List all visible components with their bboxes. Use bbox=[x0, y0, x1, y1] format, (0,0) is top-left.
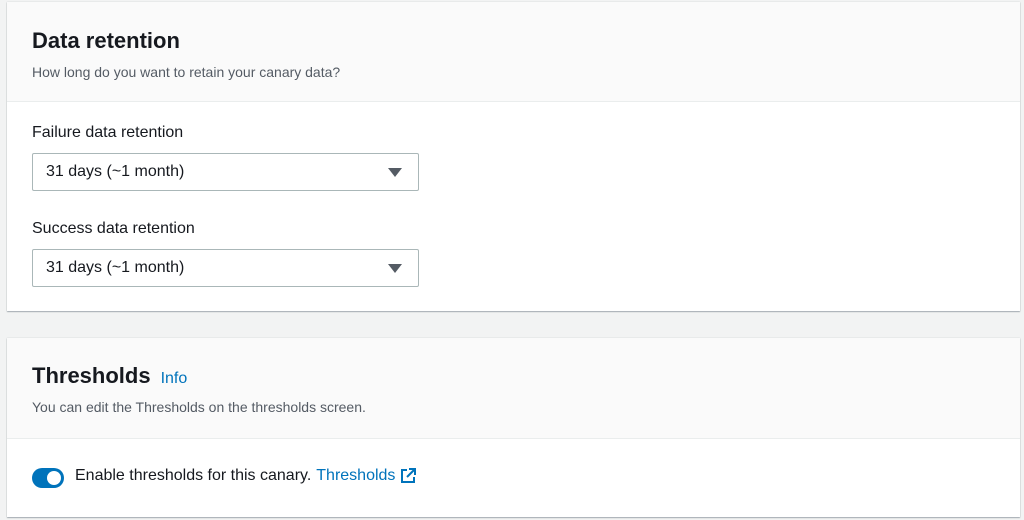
select-value: 31 days (~1 month) bbox=[46, 259, 185, 276]
panel-title: Thresholds bbox=[32, 363, 151, 388]
data-retention-panel: Data retention How long do you want to r… bbox=[7, 2, 1020, 311]
success-retention-select[interactable]: 31 days (~1 month) bbox=[32, 249, 419, 287]
panel-description: How long do you want to retain your cana… bbox=[32, 64, 341, 80]
caret-down-icon bbox=[388, 168, 402, 177]
thresholds-link[interactable]: Thresholds bbox=[316, 467, 395, 485]
toggle-label: Enable thresholds for this canary. bbox=[75, 467, 312, 484]
failure-retention-select[interactable]: 31 days (~1 month) bbox=[32, 153, 419, 191]
caret-down-icon bbox=[388, 264, 402, 273]
failure-retention-label: Failure data retention bbox=[32, 124, 184, 141]
panel-header: Data retention How long do you want to r… bbox=[7, 2, 1020, 102]
external-link-icon[interactable] bbox=[400, 468, 417, 484]
thresholds-panel: Thresholds Info You can edit the Thresho… bbox=[7, 338, 1020, 517]
panel-header: Thresholds Info You can edit the Thresho… bbox=[7, 338, 1020, 439]
info-link[interactable]: Info bbox=[161, 370, 188, 388]
select-value: 31 days (~1 month) bbox=[46, 163, 185, 180]
enable-thresholds-toggle[interactable] bbox=[32, 468, 64, 488]
toggle-knob bbox=[47, 471, 61, 485]
panel-title: Data retention bbox=[32, 28, 180, 53]
success-retention-label: Success data retention bbox=[32, 220, 195, 237]
panel-description: You can edit the Thresholds on the thres… bbox=[32, 399, 366, 415]
